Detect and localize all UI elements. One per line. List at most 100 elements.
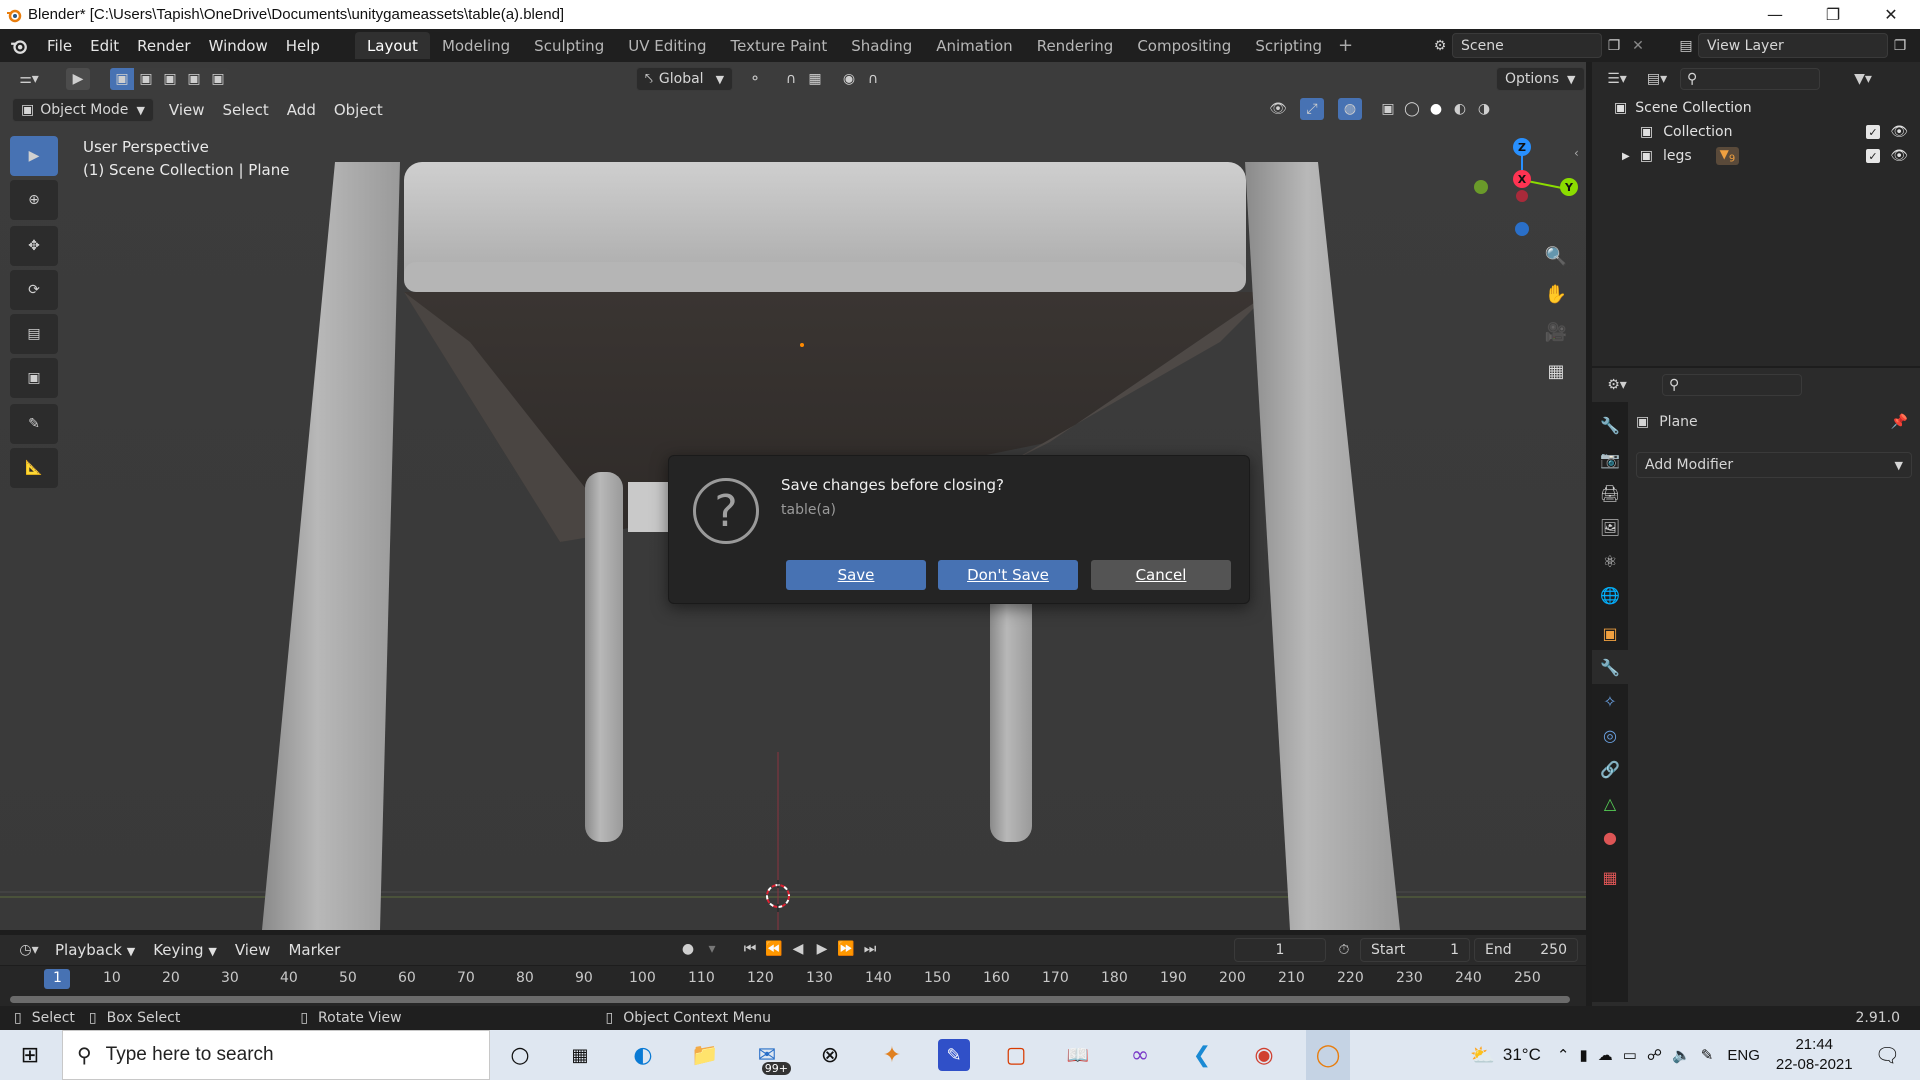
particles-tab-icon[interactable]: ✧: [1592, 684, 1628, 718]
menu-view[interactable]: View: [160, 101, 214, 119]
blender-menu-icon[interactable]: [0, 37, 38, 55]
chrome-icon[interactable]: ◉: [1248, 1039, 1280, 1071]
add-workspace-button[interactable]: +: [1338, 35, 1353, 56]
sidebar-toggle-icon[interactable]: ‹: [1574, 146, 1579, 160]
new-view-layer-icon[interactable]: ❐: [1888, 35, 1912, 57]
display-mode-icon[interactable]: ▤▾: [1640, 68, 1674, 90]
ortho-grid-icon[interactable]: ▦: [1541, 356, 1571, 386]
edge-icon[interactable]: ◐: [627, 1039, 659, 1071]
tab-compositing[interactable]: Compositing: [1125, 32, 1243, 59]
menu-timeline-view[interactable]: View: [226, 941, 280, 959]
gizmo-toggle-icon[interactable]: ⤢: [1300, 98, 1324, 120]
properties-editor-type-icon[interactable]: ⚙▾: [1600, 374, 1634, 396]
editor-app-icon[interactable]: ✎: [938, 1039, 970, 1071]
scale-tool-icon[interactable]: ▤: [10, 314, 58, 354]
mode-dropdown[interactable]: ▣ Object Mode ▼: [12, 98, 154, 122]
axis-z-icon[interactable]: Z: [1513, 138, 1531, 156]
jump-start-icon[interactable]: ⏮: [738, 938, 762, 960]
tab-texture-paint[interactable]: Texture Paint: [718, 32, 839, 59]
auto-keying-icon[interactable]: ●: [676, 938, 700, 960]
select-invert-icon[interactable]: ▣: [182, 68, 206, 90]
mail-icon[interactable]: ✉ 99+: [751, 1039, 791, 1075]
pin-icon[interactable]: 📌: [1891, 414, 1908, 430]
tab-sculpting[interactable]: Sculpting: [522, 32, 616, 59]
clock[interactable]: 21:44 22-08-2021: [1776, 1035, 1853, 1075]
minimize-icon[interactable]: —: [1746, 0, 1804, 29]
scene-field[interactable]: Scene: [1452, 33, 1602, 58]
language-indicator[interactable]: ENG: [1727, 1047, 1760, 1064]
eye-icon[interactable]: 👁: [1890, 124, 1908, 140]
end-frame-field[interactable]: End 250: [1474, 938, 1578, 962]
output-tab-icon[interactable]: 🖨: [1592, 476, 1628, 510]
outliner-row-collection[interactable]: ▣ Collection ✓ 👁: [1592, 120, 1920, 144]
select-subtract-icon[interactable]: ▣: [158, 68, 182, 90]
move-tool-icon[interactable]: ✥: [10, 226, 58, 266]
add-modifier-dropdown[interactable]: Add Modifier ▼: [1636, 452, 1912, 478]
chevron-up-icon[interactable]: ⌃: [1557, 1046, 1570, 1064]
object-tab-icon[interactable]: ▣: [1592, 616, 1628, 650]
pan-hand-icon[interactable]: ✋: [1541, 279, 1571, 309]
notifications-icon[interactable]: 🗨: [1875, 1043, 1900, 1068]
file-explorer-icon[interactable]: 📁: [689, 1039, 721, 1071]
timeline-editor-type-icon[interactable]: ◷▾: [12, 939, 46, 961]
view-layer-selector-icon[interactable]: ▤: [1674, 35, 1698, 57]
scene-selector-icon[interactable]: ⚙: [1428, 35, 1452, 57]
display-icon[interactable]: ▭: [1623, 1046, 1637, 1064]
current-frame-field[interactable]: 1: [1234, 938, 1326, 962]
weather-icon[interactable]: ⛅: [1470, 1043, 1495, 1068]
menu-object[interactable]: Object: [325, 101, 392, 119]
checkbox-icon[interactable]: ✓: [1866, 149, 1880, 163]
view-layer-tab-icon[interactable]: 🖼: [1592, 510, 1628, 544]
checkbox-icon[interactable]: ✓: [1866, 125, 1880, 139]
transform-orientation-dropdown[interactable]: ⤣ Global ▼: [636, 67, 734, 91]
network-icon[interactable]: ☍: [1647, 1046, 1662, 1064]
camera-view-icon[interactable]: 🎥: [1541, 317, 1571, 347]
tab-rendering[interactable]: Rendering: [1025, 32, 1126, 59]
jump-keyframe-forward-icon[interactable]: ⏩: [834, 938, 858, 960]
xbox-icon[interactable]: ⊗: [814, 1039, 846, 1071]
filter-icon[interactable]: ▼▾: [1846, 68, 1880, 90]
new-scene-icon[interactable]: ❐: [1602, 35, 1626, 57]
select-extend-icon[interactable]: ▣: [134, 68, 158, 90]
data-tab-icon[interactable]: △: [1592, 786, 1628, 820]
navigation-gizmo[interactable]: Z Y X: [1464, 134, 1584, 244]
play-reverse-icon[interactable]: ◀: [786, 938, 810, 960]
restore-icon[interactable]: ❐: [1804, 0, 1862, 29]
menu-render[interactable]: Render: [128, 29, 199, 62]
material-shading-icon[interactable]: ◐: [1448, 98, 1472, 120]
tab-scripting[interactable]: Scripting: [1243, 32, 1334, 59]
dont-save-button[interactable]: Don't Save: [938, 560, 1078, 590]
menu-edit[interactable]: Edit: [81, 29, 128, 62]
visibility-icon[interactable]: 👁: [1266, 98, 1290, 120]
proportional-edit-icon[interactable]: ◉: [837, 68, 861, 90]
menu-marker[interactable]: Marker: [279, 941, 349, 959]
cortana-icon[interactable]: ○: [504, 1039, 536, 1071]
modifier-tab-icon[interactable]: 🔧: [1592, 650, 1628, 684]
menu-keying[interactable]: Keying ▼: [144, 941, 226, 959]
select-tool-icon[interactable]: ▶: [66, 68, 90, 90]
cursor-tool-icon[interactable]: ⊕: [10, 180, 58, 220]
eye-icon[interactable]: 👁: [1890, 148, 1908, 164]
jump-end-icon[interactable]: ⏭: [858, 938, 882, 960]
material-tab-icon[interactable]: ●: [1592, 820, 1628, 854]
volume-icon[interactable]: 🔈: [1672, 1046, 1691, 1064]
photos-app-icon[interactable]: ✦: [876, 1039, 908, 1071]
overlay-toggle-icon[interactable]: ◍: [1338, 98, 1362, 120]
axis-y-icon[interactable]: Y: [1560, 178, 1578, 196]
pen-icon[interactable]: ✎: [1701, 1046, 1714, 1064]
select-box-tool-icon[interactable]: ▶: [10, 136, 58, 176]
menu-window[interactable]: Window: [200, 29, 277, 62]
play-icon[interactable]: ▶: [810, 938, 834, 960]
expand-arrow-icon[interactable]: ▶: [1622, 151, 1630, 162]
jump-keyframe-back-icon[interactable]: ⏪: [762, 938, 786, 960]
measure-tool-icon[interactable]: 📐: [10, 448, 58, 488]
world-tab-icon[interactable]: 🌐: [1592, 578, 1628, 612]
view-layer-field[interactable]: View Layer: [1698, 33, 1888, 58]
tab-animation[interactable]: Animation: [924, 32, 1024, 59]
stopwatch-icon[interactable]: ⏱: [1332, 939, 1356, 961]
scene-tab-icon[interactable]: ⚛: [1592, 544, 1628, 578]
menu-help[interactable]: Help: [277, 29, 329, 62]
start-frame-field[interactable]: Start 1: [1360, 938, 1470, 962]
menu-file[interactable]: File: [38, 29, 81, 62]
menu-add[interactable]: Add: [278, 101, 325, 119]
